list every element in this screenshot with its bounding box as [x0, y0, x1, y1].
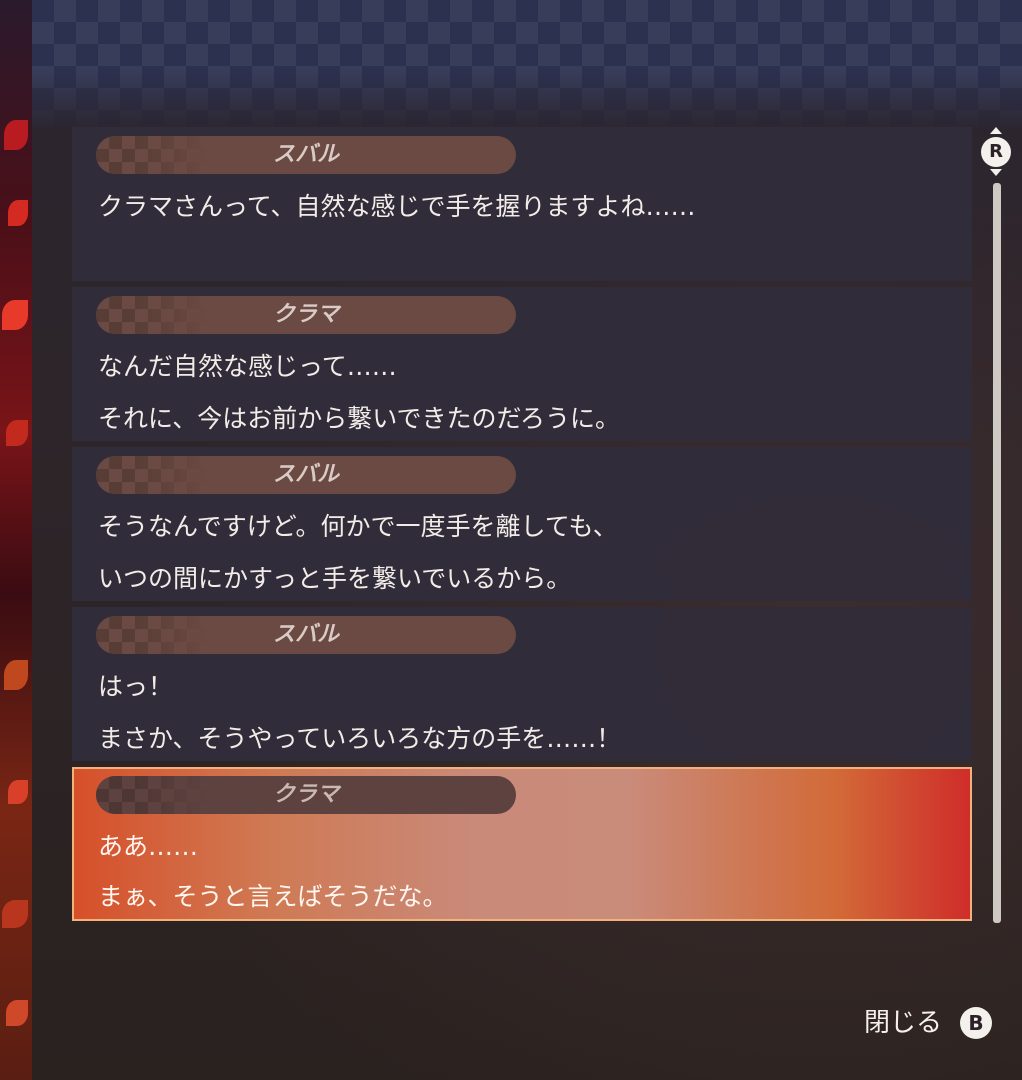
- speaker-name: スバル: [272, 462, 339, 487]
- checker-pattern-banner: [32, 0, 1022, 130]
- dialogue-line: クラマさんって、自然な感じで手を握りますよね……: [98, 192, 696, 221]
- speaker-name-plate: スバル: [96, 616, 516, 654]
- speaker-name-plate: クラマ: [96, 296, 516, 334]
- dialogue-line: いつの間にかすっと手を繋いでいるから。: [98, 564, 572, 593]
- close-label: 閉じる: [864, 1008, 943, 1038]
- speaker-name: クラマ: [272, 782, 339, 807]
- dialogue-line: ああ……: [98, 832, 199, 861]
- speaker-name: スバル: [272, 142, 339, 167]
- scrollbar[interactable]: [993, 183, 1001, 923]
- autumn-leaves-decoration: [0, 0, 32, 1080]
- speaker-name-plate: スバル: [96, 136, 516, 174]
- log-entry[interactable]: スバル はっ！ まさか、そうやっていろいろな方の手を……！: [72, 607, 972, 761]
- speaker-name-plate: クラマ: [96, 776, 516, 814]
- speaker-name: スバル: [272, 622, 339, 647]
- log-entry[interactable]: スバル そうなんですけど。何かで一度手を離しても、 いつの間にかすっと手を繋いで…: [72, 447, 972, 601]
- dialogue-line: なんだ自然な感じって……: [98, 352, 397, 381]
- b-button-icon: B: [960, 1007, 992, 1039]
- dialogue-line: まさか、そうやっていろいろな方の手を……！: [98, 724, 622, 753]
- dialogue-line: はっ！: [98, 672, 174, 701]
- log-entry[interactable]: クラマ なんだ自然な感じって…… それに、今はお前から繋いできたのだろうに。: [72, 287, 972, 441]
- speaker-name-plate: スバル: [96, 456, 516, 494]
- dialogue-line: まぁ、そうと言えばそうだな。: [98, 882, 448, 911]
- dialogue-line: それに、今はお前から繋いできたのだろうに。: [98, 404, 621, 433]
- log-entry-selected[interactable]: クラマ ああ…… まぁ、そうと言えばそうだな。: [72, 767, 972, 921]
- dialogue-log-list[interactable]: スバル クラマさんって、自然な感じで手を握りますよね…… クラマ なんだ自然な感…: [72, 127, 972, 927]
- log-entry[interactable]: スバル クラマさんって、自然な感じで手を握りますよね……: [72, 127, 972, 281]
- scroll-down-arrow-icon: [990, 169, 1002, 176]
- scroll-up-arrow-icon: [990, 127, 1002, 134]
- speaker-name: クラマ: [272, 302, 339, 327]
- dialogue-line: そうなんですけど。何かで一度手を離しても、: [98, 512, 618, 541]
- r-stick-button-icon: R: [981, 137, 1011, 167]
